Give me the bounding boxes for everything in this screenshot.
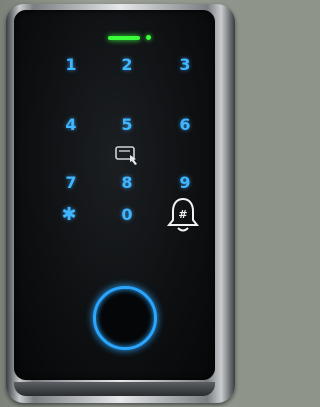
status-led-bar <box>108 36 140 40</box>
key-2[interactable]: 2 <box>112 52 142 76</box>
key-1[interactable]: 1 <box>56 52 86 76</box>
bell-icon[interactable]: # <box>166 196 200 234</box>
key-6[interactable]: 6 <box>170 112 200 136</box>
key-star[interactable]: ✱ <box>56 201 82 227</box>
card-tap-icon <box>115 146 137 165</box>
key-5[interactable]: 5 <box>112 112 142 136</box>
bell-hash-label: # <box>178 208 187 221</box>
key-4[interactable]: 4 <box>56 112 86 136</box>
key-3[interactable]: 3 <box>170 52 200 76</box>
fingerprint-sensor[interactable] <box>93 286 157 350</box>
key-7[interactable]: 7 <box>56 170 86 194</box>
key-8[interactable]: 8 <box>112 170 142 194</box>
status-led-dot <box>146 35 151 40</box>
device-bottom-edge <box>14 382 215 396</box>
key-9[interactable]: 9 <box>170 170 200 194</box>
key-0[interactable]: 0 <box>112 202 142 226</box>
